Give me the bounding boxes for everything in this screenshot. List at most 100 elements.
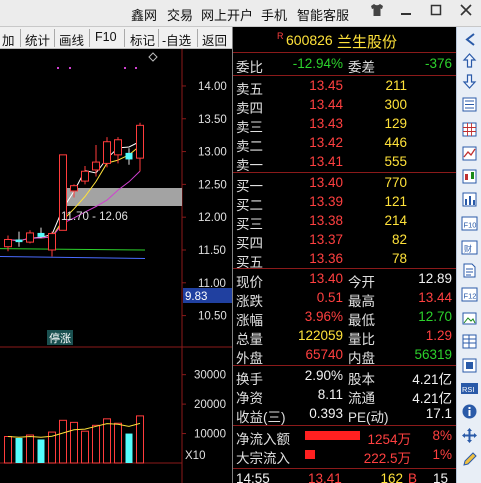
buy-volume: 214	[384, 213, 407, 228]
expand-diamond-icon[interactable]	[148, 52, 158, 62]
list-icon[interactable]	[461, 96, 478, 113]
toolbar-f10[interactable]: F10	[95, 30, 117, 44]
ma20-line	[0, 248, 146, 251]
document-icon[interactable]	[461, 262, 478, 279]
buy-row[interactable]: 买一 13.40 770	[233, 174, 457, 194]
grid-icon[interactable]	[461, 121, 478, 138]
svg-text:F12: F12	[464, 292, 477, 301]
toolbar-add[interactable]: 加	[2, 30, 15, 49]
volume-bar	[103, 418, 111, 464]
buy-label: 买二	[236, 198, 263, 213]
sell-volume: 555	[384, 154, 407, 169]
image-icon[interactable]	[461, 310, 478, 327]
margin-badge: R	[277, 31, 284, 41]
volume-bar	[4, 436, 12, 464]
volume-bars	[4, 415, 144, 464]
rsi-icon[interactable]: RSI	[461, 380, 478, 397]
candle	[92, 145, 100, 177]
flow-label: 大宗流入	[236, 451, 290, 466]
buy-price: 13.40	[309, 175, 343, 190]
sell-row[interactable]: 卖三 13.43 129	[233, 115, 457, 135]
menu-xinwang[interactable]: 鑫网	[131, 5, 157, 24]
menu-trade[interactable]: 交易	[167, 5, 193, 24]
price-tick-label: 11.50	[198, 245, 226, 257]
sell-label: 卖一	[236, 158, 263, 173]
toolbar-draw-line[interactable]: 画线	[59, 30, 84, 49]
menu-open-account[interactable]: 网上开户	[201, 5, 253, 24]
stat-label: 收益(三)	[236, 410, 286, 425]
stock-name[interactable]: 兰生股份	[337, 31, 397, 52]
stat-value: 3.96%	[304, 309, 343, 324]
candle	[48, 231, 56, 257]
stat-label: 外盘	[236, 351, 263, 366]
close-icon[interactable]	[460, 3, 472, 20]
ma30-line	[0, 256, 146, 260]
shirt-icon[interactable]	[370, 3, 384, 20]
sell-row[interactable]: 卖一 13.41 555	[233, 153, 457, 173]
arrow-down-icon[interactable]	[461, 73, 478, 90]
buy-volume: 78	[391, 251, 407, 266]
sell-volume: 446	[384, 135, 407, 150]
stat-label: 内盘	[348, 351, 375, 366]
stat-value: 13.40	[309, 271, 343, 286]
fundamental-stat-row: 换手 2.90% 股本 4.21亿	[233, 367, 457, 387]
stat-label: 流通	[348, 391, 375, 406]
volume-bar	[81, 430, 89, 464]
divider	[233, 425, 457, 426]
toolbar-separator	[158, 29, 159, 47]
pencil-icon[interactable]	[461, 451, 478, 468]
volume-bar	[92, 424, 100, 464]
volume-bar	[15, 437, 23, 463]
toolbar-remove-watchlist[interactable]: -自选	[162, 30, 191, 49]
minimize-icon[interactable]	[400, 3, 412, 20]
move-icon[interactable]	[461, 427, 478, 444]
kline-chart[interactable]: 11.70 - 12.06 14.00 13.50 13.00 12.50 12.00 1…	[0, 49, 232, 483]
right-tool-strip: F10 财 F12 RSI	[456, 27, 481, 483]
sell-price: 13.43	[309, 116, 343, 131]
menu-mobile[interactable]: 手机	[261, 5, 287, 24]
stat-value: 8.11	[317, 387, 343, 402]
flow-bar	[305, 431, 360, 440]
line-chart-icon[interactable]	[461, 145, 478, 162]
stat-label: 涨跌	[236, 294, 263, 309]
divider	[233, 172, 457, 173]
price-tick-label: 13.50	[198, 114, 227, 126]
buy-row[interactable]: 买五 13.36 78	[233, 250, 457, 270]
arrow-up-icon[interactable]	[461, 52, 478, 69]
sell-label: 卖三	[236, 120, 263, 135]
current-marker-value: 9.83	[185, 291, 207, 303]
sell-row[interactable]: 卖五 13.45 211	[233, 77, 457, 97]
stock-code[interactable]: 600826	[286, 32, 333, 48]
chip-icon[interactable]	[461, 357, 478, 374]
price-stat-row: 现价 13.40 今开 12.89	[233, 270, 457, 290]
maximize-icon[interactable]	[430, 3, 442, 20]
stat-label: 今开	[348, 275, 375, 290]
stat-label: 量比	[348, 332, 375, 347]
finance-icon[interactable]: 财	[461, 239, 478, 256]
sell-price: 13.42	[309, 135, 343, 150]
bar-chart-icon[interactable]	[461, 191, 478, 208]
flow-pct: 1%	[432, 447, 452, 462]
buy-row[interactable]: 买四 13.37 82	[233, 231, 457, 251]
buy-row[interactable]: 买三 13.38 214	[233, 212, 457, 232]
info-icon[interactable]	[461, 403, 478, 420]
volume-scale-label: X10	[185, 450, 205, 462]
f10-icon[interactable]: F10	[461, 215, 478, 232]
sell-row[interactable]: 卖四 13.44 300	[233, 96, 457, 116]
table-icon[interactable]	[461, 333, 478, 350]
svg-text:RSI: RSI	[462, 385, 475, 394]
candlestick-icon[interactable]	[461, 168, 478, 185]
toolbar-stats[interactable]: 统计	[25, 30, 50, 49]
toolbar-mark[interactable]: 标记	[130, 30, 155, 49]
buy-volume: 121	[384, 194, 407, 209]
arrow-left-icon[interactable]	[461, 31, 478, 48]
toolbar-back[interactable]: 返回	[202, 30, 227, 49]
stat-label: PE(动)	[348, 410, 389, 425]
sell-row[interactable]: 卖二 13.42 446	[233, 134, 457, 154]
svg-text:F10: F10	[464, 221, 477, 230]
f12-icon[interactable]: F12	[461, 286, 478, 303]
volume-tick-label: 20000	[194, 399, 226, 411]
menu-smart-service[interactable]: 智能客服	[297, 5, 349, 24]
tick-row[interactable]: 14:55 13.41 162 B 15	[233, 470, 457, 483]
buy-row[interactable]: 买二 13.39 121	[233, 193, 457, 213]
